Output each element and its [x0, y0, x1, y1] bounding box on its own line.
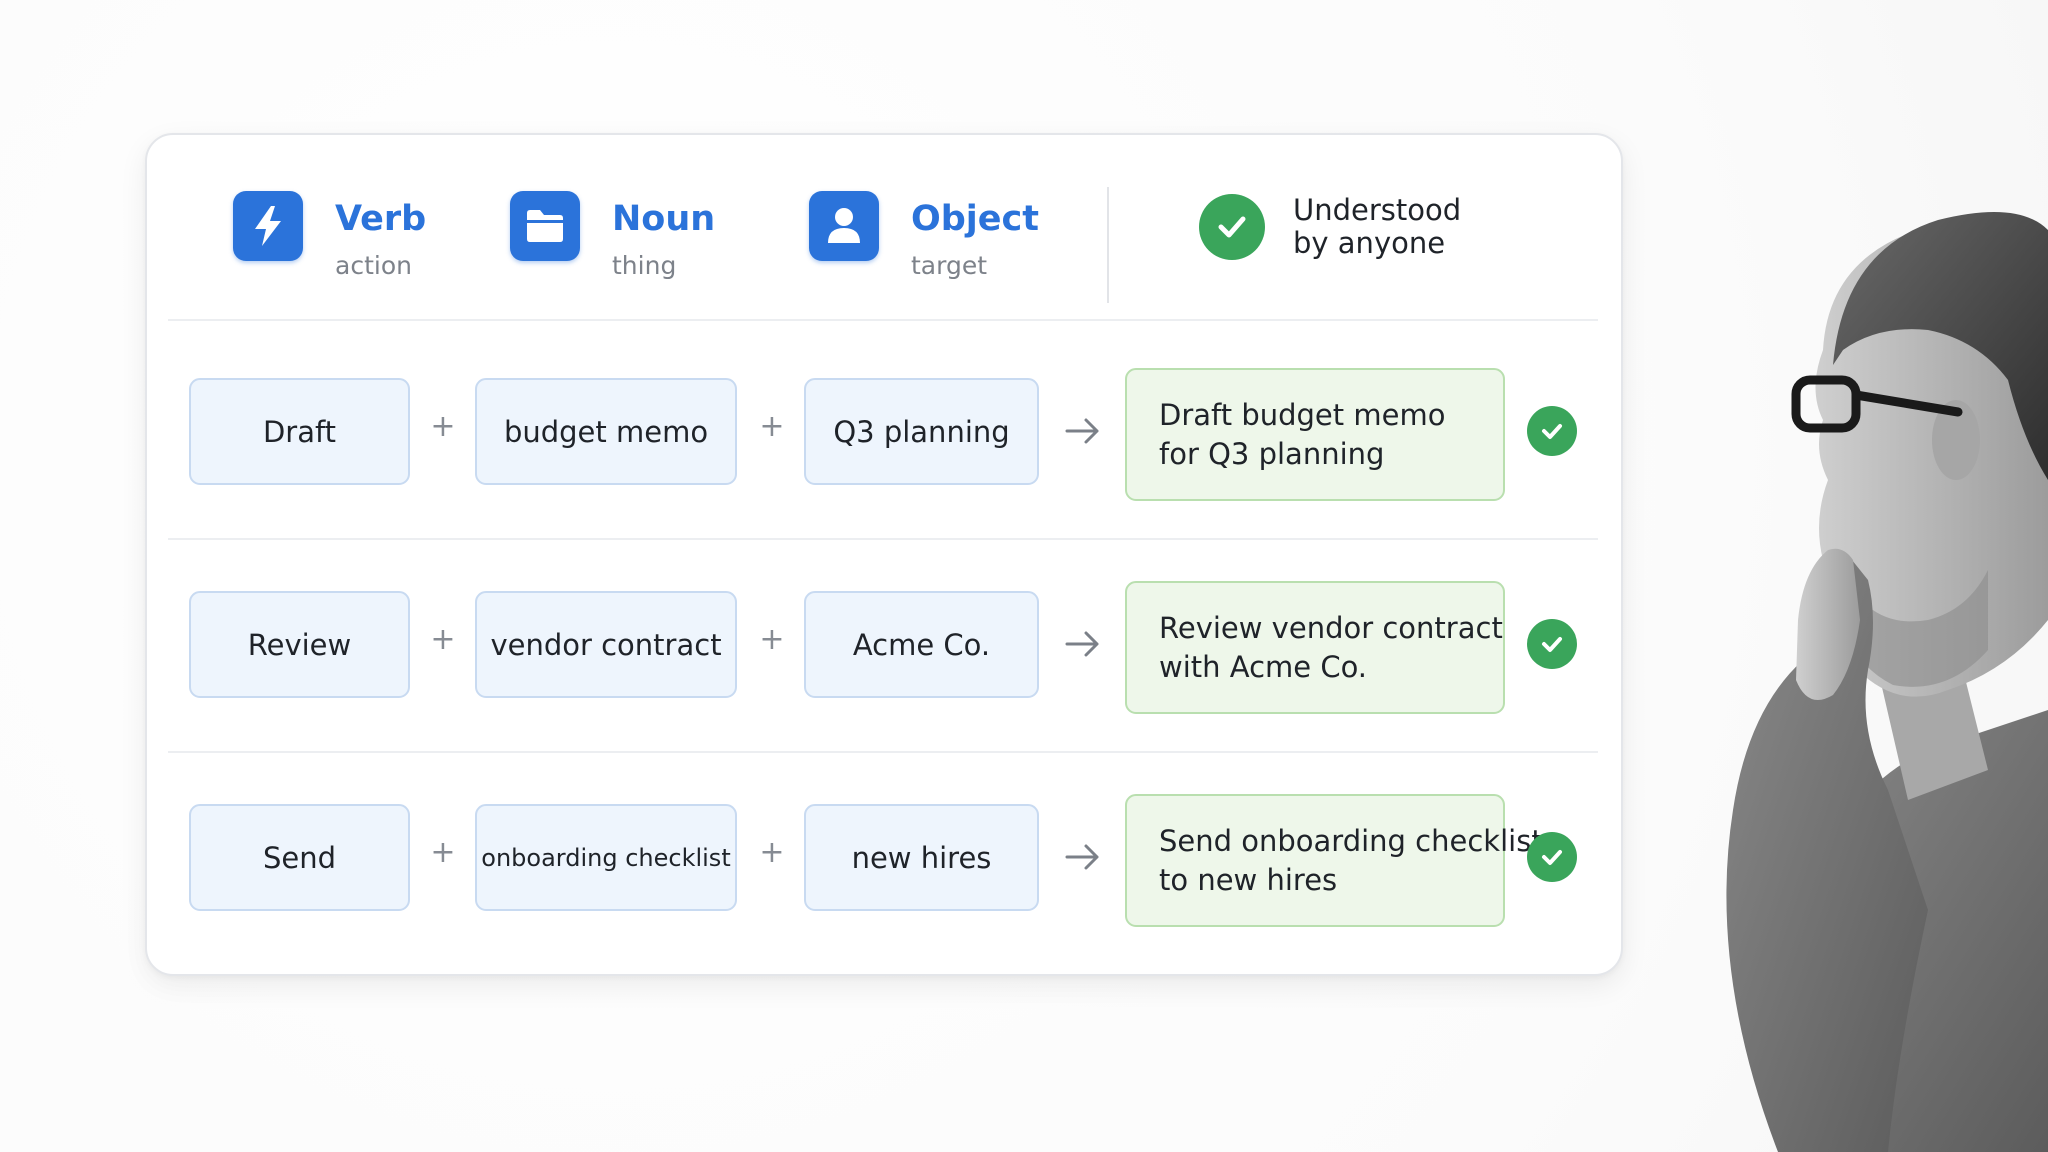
- noun-chip: vendor contract: [475, 591, 737, 698]
- check-circle-icon: [1527, 406, 1577, 456]
- understood-line-2: by anyone: [1293, 226, 1446, 260]
- person-icon: [809, 191, 879, 261]
- check-circle-icon: [1527, 619, 1577, 669]
- result-line-2: with Acme Co.: [1159, 650, 1368, 684]
- understood-line-1: Understood: [1293, 193, 1462, 227]
- arrow-right-icon: [1065, 844, 1099, 870]
- plus-sign: +: [430, 622, 456, 657]
- noun-chip: onboarding checklist: [475, 804, 737, 911]
- row-divider: [168, 319, 1598, 321]
- row-divider: [168, 751, 1598, 753]
- result-line-2: for Q3 planning: [1159, 437, 1385, 471]
- legend-verb-title: Verb: [335, 199, 427, 239]
- legend-verb-subtitle: action: [335, 251, 412, 280]
- plus-sign: +: [430, 409, 456, 444]
- plus-sign: +: [759, 409, 785, 444]
- folder-icon: [510, 191, 580, 261]
- legend-object-subtitle: target: [911, 251, 988, 280]
- result-line-1: Send onboarding checklist: [1159, 824, 1543, 858]
- formula-card: Verb action Noun thing Object target Und…: [145, 133, 1623, 976]
- arrow-right-icon: [1065, 418, 1099, 444]
- plus-sign: +: [430, 835, 456, 870]
- result-sentence: Send onboarding checklist to new hires: [1125, 794, 1543, 927]
- noun-chip: budget memo: [475, 378, 737, 485]
- check-circle-icon: [1527, 832, 1577, 882]
- result-sentence: Draft budget memo for Q3 planning: [1125, 368, 1505, 501]
- check-circle-icon: [1199, 194, 1265, 260]
- arrow-right-icon: [1065, 631, 1099, 657]
- object-chip: new hires: [804, 804, 1039, 911]
- formula-row: Send + onboarding checklist + new hires …: [147, 787, 1621, 927]
- legend-noun-title: Noun: [612, 199, 716, 239]
- result-line-1: Review vendor contract: [1159, 611, 1503, 645]
- thinking-person-image: [1726, 212, 2048, 1152]
- legend-object-title: Object: [911, 199, 1040, 239]
- formula-row: Draft + budget memo + Q3 planning Draft …: [147, 361, 1621, 501]
- understood-text: Understood by anyone: [1293, 194, 1461, 260]
- stage: Verb action Noun thing Object target Und…: [0, 0, 2048, 1152]
- object-chip: Acme Co.: [804, 591, 1039, 698]
- result-sentence: Review vendor contract with Acme Co.: [1125, 581, 1505, 714]
- formula-row: Review + vendor contract + Acme Co. Revi…: [147, 574, 1621, 714]
- understood-legend: Understood by anyone: [1199, 192, 1499, 282]
- plus-sign: +: [759, 622, 785, 657]
- lightning-icon: [233, 191, 303, 261]
- legend-noun-subtitle: thing: [612, 251, 677, 280]
- object-chip: Q3 planning: [804, 378, 1039, 485]
- result-line-1: Draft budget memo: [1159, 398, 1446, 432]
- verb-chip: Send: [189, 804, 410, 911]
- verb-chip: Draft: [189, 378, 410, 485]
- result-line-2: to new hires: [1159, 863, 1338, 897]
- header-divider: [1107, 187, 1109, 303]
- plus-sign: +: [759, 835, 785, 870]
- row-divider: [168, 538, 1598, 540]
- verb-chip: Review: [189, 591, 410, 698]
